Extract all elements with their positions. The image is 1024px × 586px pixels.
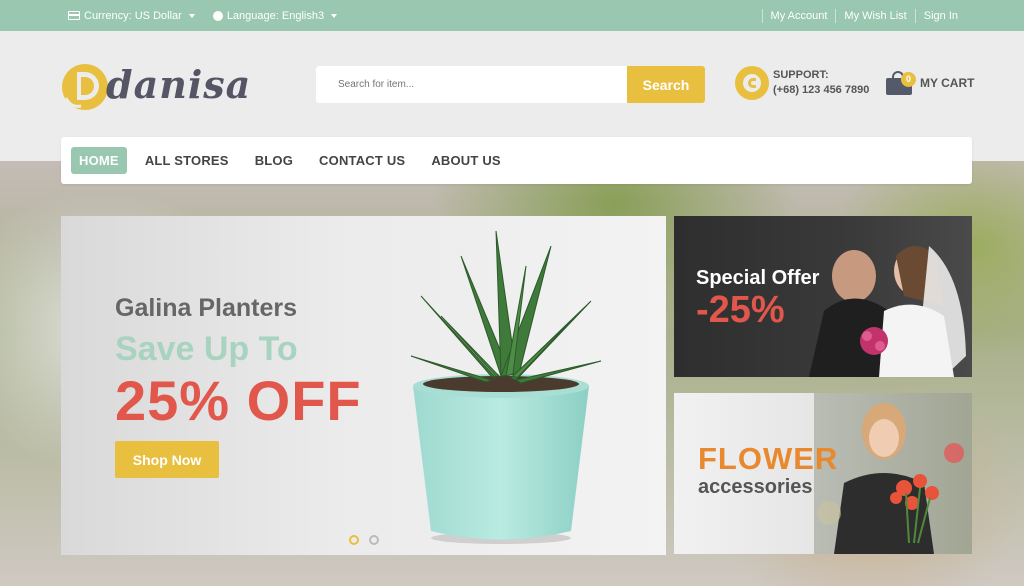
my-account-link[interactable]: My Account — [761, 8, 836, 23]
my-cart-button[interactable]: 0 MY CART — [886, 70, 974, 96]
main-nav: HOME ALL STORES BLOG CONTACT US ABOUT US — [61, 137, 972, 184]
nav-home[interactable]: HOME — [71, 147, 127, 174]
my-wish-list-link[interactable]: My Wish List — [835, 8, 914, 23]
search-button[interactable]: Search — [627, 66, 705, 103]
top-bar: Currency: US Dollar Language: English3 M… — [0, 0, 1024, 31]
caret-down-icon — [331, 13, 338, 18]
nav-all-stores[interactable]: ALL STORES — [137, 147, 237, 174]
language-dropdown[interactable]: Language: English3 — [212, 9, 338, 22]
language-label: Language: English3 — [226, 9, 325, 22]
whatsapp-phone-icon — [735, 66, 769, 100]
sign-in-link[interactable]: Sign In — [914, 8, 966, 23]
cart-count-badge: 0 — [901, 72, 916, 87]
special-offer-banner[interactable]: Special Offer -25% — [674, 216, 972, 377]
account-links: My Account My Wish List Sign In — [761, 0, 966, 31]
succulent-plant-image — [410, 230, 602, 544]
search-bar: Search — [316, 66, 705, 103]
nav-blog[interactable]: BLOG — [247, 147, 301, 174]
shopping-bag-icon: 0 — [886, 70, 916, 96]
top-bar-left: Currency: US Dollar Language: English3 — [68, 0, 338, 31]
nav-contact-us[interactable]: CONTACT US — [311, 147, 413, 174]
slide-offer-text: 25% OFF — [115, 369, 362, 432]
nav-about-us[interactable]: ABOUT US — [423, 147, 509, 174]
flower-banner-subtitle: accessories — [698, 476, 813, 498]
currency-label: Currency: US Dollar — [84, 9, 182, 22]
slider-dot-1[interactable] — [349, 535, 359, 545]
logo-wordmark: danisa — [106, 62, 252, 107]
site-logo[interactable]: danisa — [61, 58, 250, 113]
slider-pagination — [349, 535, 379, 545]
slide-save-text: Save Up To — [115, 330, 298, 368]
special-offer-title: Special Offer — [696, 267, 820, 289]
cart-label: MY CART — [920, 76, 975, 90]
support-info: SUPPORT: (+68) 123 456 7890 — [735, 66, 869, 100]
slide-subtitle: Galina Planters — [115, 294, 298, 322]
support-label: SUPPORT: — [773, 69, 829, 81]
support-text: SUPPORT: (+68) 123 456 7890 — [773, 68, 869, 98]
globe-icon — [212, 10, 223, 21]
flower-banner-title: FLOWER — [698, 441, 839, 476]
caret-down-icon — [188, 13, 195, 18]
support-phone: (+68) 123 456 7890 — [773, 84, 870, 96]
slider-dot-2[interactable] — [369, 535, 379, 545]
shop-now-button[interactable]: Shop Now — [115, 441, 219, 478]
search-input[interactable] — [316, 66, 627, 103]
currency-dropdown[interactable]: Currency: US Dollar — [68, 10, 195, 22]
flower-accessories-banner[interactable]: FLOWER accessories — [674, 393, 972, 554]
credit-card-icon — [68, 11, 80, 20]
special-offer-discount: -25% — [696, 289, 785, 331]
hero-slider[interactable]: Galina Planters Save Up To 25% OFF Shop … — [61, 216, 666, 555]
